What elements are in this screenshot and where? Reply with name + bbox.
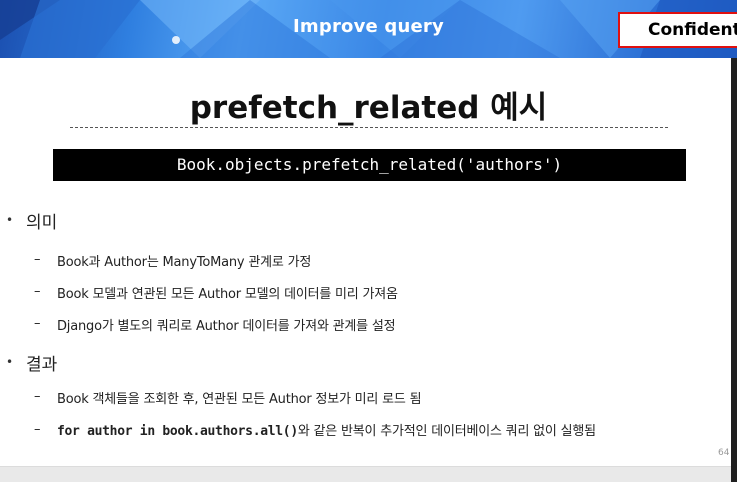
dash-icon: – xyxy=(34,316,41,331)
list-item: Book 객체들을 조회한 후, 연관된 모든 Author 정보가 미리 로드… xyxy=(57,392,422,407)
dash-icon: – xyxy=(34,422,41,437)
list-item: Django가 별도의 쿼리로 Author 데이터를 가져와 관계를 설정 xyxy=(57,319,396,334)
code-example: Book.objects.prefetch_related('authors') xyxy=(53,149,686,181)
title-divider xyxy=(70,127,668,128)
slide-title: prefetch_related 예시 xyxy=(189,90,548,126)
dash-icon: – xyxy=(34,389,41,404)
slide-banner: Improve query Confidential xyxy=(0,0,737,58)
page-number: 64 xyxy=(718,448,730,458)
confidential-badge: Confidential xyxy=(618,12,737,48)
bottom-strip xyxy=(0,466,731,482)
list-item-text: 와 같은 반복이 추가적인 데이터베이스 쿼리 없이 실행됨 xyxy=(297,424,596,439)
list-item-code: for author in book.authors.all()와 같은 반복이… xyxy=(57,420,596,439)
list-item: Book과 Author는 ManyToMany 관계로 가정 xyxy=(57,255,312,270)
dash-icon: – xyxy=(34,284,41,299)
section-heading-meaning: 의미 xyxy=(26,213,58,233)
section-heading-result: 결과 xyxy=(26,355,58,375)
bullet-icon: • xyxy=(6,213,14,227)
bullet-icon: • xyxy=(6,355,14,369)
list-item: Book 모델과 연관된 모든 Author 모델의 데이터를 미리 가져옴 xyxy=(57,287,398,302)
dash-icon: – xyxy=(34,252,41,267)
inline-code: for author in book.authors.all() xyxy=(57,424,298,439)
